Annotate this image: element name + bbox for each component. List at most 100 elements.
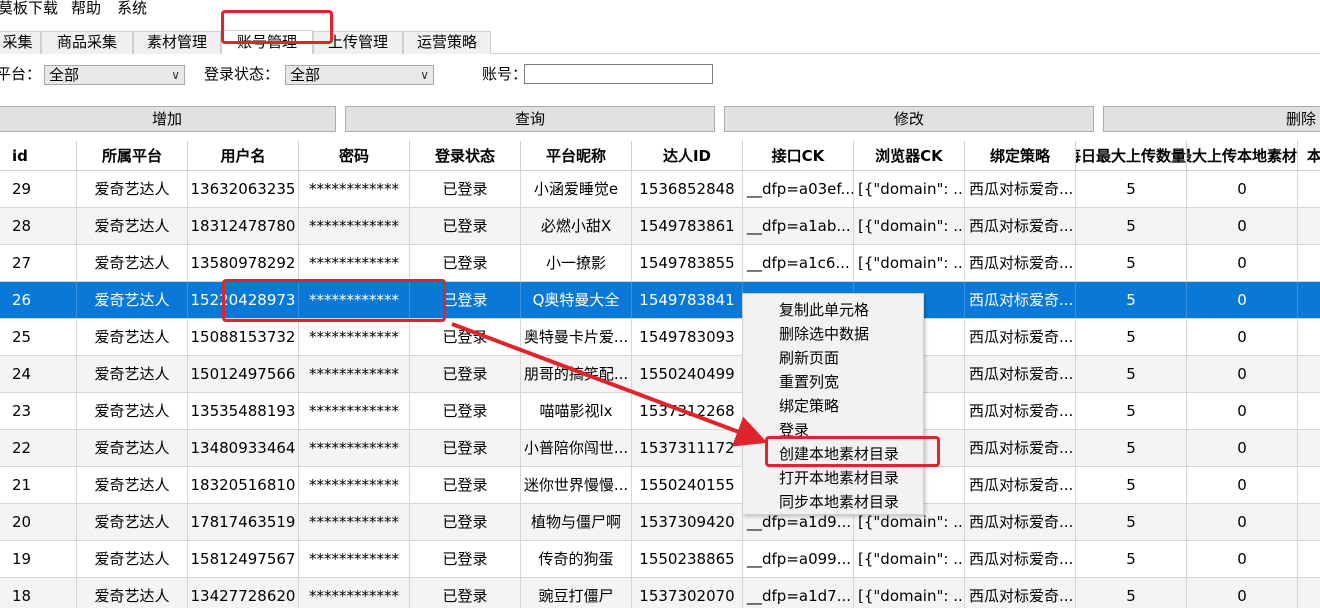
table-row[interactable]: 23 爱奇艺达人 13535488193 ************ 已登录 喵喵影视lx 1…	[0, 393, 1320, 430]
table-cell[interactable]: 已登录	[410, 171, 521, 207]
table-cell[interactable]: 西瓜对标爱奇...	[965, 541, 1076, 577]
table-cell[interactable]: 13535488193	[188, 393, 299, 429]
context-menu-item-bind-strategy[interactable]: 绑定策略	[779, 394, 839, 418]
table-cell[interactable]: 已登录	[410, 356, 521, 392]
table-cell[interactable]: __dfp=a1ab...	[743, 208, 854, 244]
table-cell[interactable]: 1550240155	[632, 467, 743, 503]
table-row[interactable]: 22 爱奇艺达人 13480933464 ************ 已登录 小普陪你闯世.…	[0, 430, 1320, 467]
table-cell[interactable]: 5	[1076, 578, 1187, 608]
table-cell[interactable]: 爱奇艺达人	[77, 467, 188, 503]
table-cell[interactable]: 迷你世界慢慢...	[521, 467, 632, 503]
table-cell[interactable]: 15012497566	[188, 356, 299, 392]
table-cell[interactable]: 已登录	[410, 578, 521, 608]
table-cell[interactable]: ************	[299, 541, 410, 577]
tab-operation-strategy[interactable]: 运营策略	[403, 31, 491, 54]
table-cell[interactable]: 15088153732	[188, 319, 299, 355]
table-cell[interactable]: 爱奇艺达人	[77, 245, 188, 281]
table-cell[interactable]: 传奇的狗蛋	[521, 541, 632, 577]
table-cell[interactable]: ************	[299, 504, 410, 540]
table-cell[interactable]: 0	[1187, 393, 1298, 429]
table-cell[interactable]: 西瓜对标爱奇...	[965, 319, 1076, 355]
col-api-ck-header[interactable]: 接口CK	[743, 141, 854, 171]
table-cell[interactable]: 已登录	[410, 319, 521, 355]
table-cell[interactable]: __dfp=a03ef...	[743, 171, 854, 207]
table-cell[interactable]: 已登录	[410, 282, 521, 318]
table-cell[interactable]: 爱奇艺达人	[77, 393, 188, 429]
table-cell[interactable]: 18312478780	[188, 208, 299, 244]
table-cell[interactable]: 0	[1187, 578, 1298, 608]
table-cell[interactable]: __dfp=a1c6...	[743, 245, 854, 281]
table-cell[interactable]: 5	[1076, 393, 1187, 429]
login-status-select[interactable]: 全部 ∨	[285, 65, 434, 85]
table-cell[interactable]: __dfp=a1d7...	[743, 578, 854, 608]
table-row[interactable]: 27 爱奇艺达人 13580978292 ************ 已登录 小一撩影 154…	[0, 245, 1320, 282]
col-username-header[interactable]: 用户名	[188, 141, 299, 171]
table-cell[interactable]: 27	[0, 245, 77, 281]
table-cell[interactable]: 5	[1076, 430, 1187, 466]
table-cell[interactable]: 24	[0, 356, 77, 392]
table-cell[interactable]: 5	[1076, 356, 1187, 392]
table-cell[interactable]: 19	[0, 541, 77, 577]
tab-product-collect[interactable]: 商品采集	[41, 31, 133, 54]
table-cell[interactable]: 爱奇艺达人	[77, 578, 188, 608]
table-cell[interactable]: 0	[1187, 171, 1298, 207]
col-platform-header[interactable]: 所属平台	[77, 141, 188, 171]
table-cell[interactable]: 5	[1076, 282, 1187, 318]
table-row[interactable]: 24 爱奇艺达人 15012497566 ************ 已登录 朋哥的搞笑配.…	[0, 356, 1320, 393]
table-cell[interactable]: 已登录	[410, 393, 521, 429]
table-cell[interactable]: 西瓜对标爱奇...	[965, 430, 1076, 466]
table-cell[interactable]: [{"domain": ...	[854, 578, 965, 608]
table-cell[interactable]: 西瓜对标爱奇...	[965, 171, 1076, 207]
table-cell[interactable]	[1298, 541, 1320, 577]
table-cell[interactable]: 15812497567	[188, 541, 299, 577]
table-cell[interactable]: 已登录	[410, 208, 521, 244]
table-cell[interactable]: 0	[1187, 245, 1298, 281]
table-cell[interactable]: 13427728620	[188, 578, 299, 608]
table-row[interactable]: 19 爱奇艺达人 15812497567 ************ 已登录 传奇的狗蛋 15…	[0, 541, 1320, 578]
table-cell[interactable]: 20	[0, 504, 77, 540]
table-cell[interactable]	[1298, 393, 1320, 429]
tab-material-management[interactable]: 素材管理	[133, 31, 221, 54]
table-cell[interactable]: 已登录	[410, 430, 521, 466]
table-cell[interactable]: [{"domain": ...	[854, 208, 965, 244]
table-cell[interactable]	[1298, 578, 1320, 608]
table-cell[interactable]: 西瓜对标爱奇...	[965, 282, 1076, 318]
table-cell[interactable]: 爱奇艺达人	[77, 504, 188, 540]
table-cell[interactable]: ************	[299, 467, 410, 503]
table-cell[interactable]: 5	[1076, 171, 1187, 207]
table-cell[interactable]: 已登录	[410, 504, 521, 540]
context-menu-item-copy-cell[interactable]: 复制此单元格	[779, 298, 869, 322]
table-cell[interactable]: 25	[0, 319, 77, 355]
table-cell[interactable]: 0	[1187, 356, 1298, 392]
table-cell[interactable]: 爱奇艺达人	[77, 282, 188, 318]
table-cell[interactable]: 26	[0, 282, 77, 318]
table-cell[interactable]: 爱奇艺达人	[77, 356, 188, 392]
table-cell[interactable]: 西瓜对标爱奇...	[965, 578, 1076, 608]
table-cell[interactable]: 西瓜对标爱奇...	[965, 393, 1076, 429]
table-cell[interactable]: 0	[1187, 541, 1298, 577]
table-cell[interactable]: 爱奇艺达人	[77, 319, 188, 355]
edit-button[interactable]: 修改	[724, 106, 1094, 132]
table-cell[interactable]: 1550240499	[632, 356, 743, 392]
account-input[interactable]	[524, 64, 713, 84]
table-row[interactable]: 29 爱奇艺达人 13632063235 ************ 已登录 小涵爱睡觉e 1…	[0, 171, 1320, 208]
table-cell[interactable]	[1298, 245, 1320, 281]
col-max-local-material-header[interactable]: 最大上传本地素材	[1187, 141, 1298, 171]
table-cell[interactable]: 奥特曼卡片爱...	[521, 319, 632, 355]
table-cell[interactable]: 23	[0, 393, 77, 429]
table-cell[interactable]: [{"domain": ...	[854, 171, 965, 207]
menu-help[interactable]: 帮助	[71, 0, 101, 18]
table-cell[interactable]: 爱奇艺达人	[77, 171, 188, 207]
table-cell[interactable]: [{"domain": ...	[854, 245, 965, 281]
table-cell[interactable]: 5	[1076, 541, 1187, 577]
table-row[interactable]: 25 爱奇艺达人 15088153732 ************ 已登录 奥特曼卡片爱.…	[0, 319, 1320, 356]
table-cell[interactable]: 22	[0, 430, 77, 466]
table-cell[interactable]: 西瓜对标爱奇...	[965, 208, 1076, 244]
table-cell[interactable]: 小一撩影	[521, 245, 632, 281]
table-cell[interactable]: 1536852848	[632, 171, 743, 207]
table-cell[interactable]: 18320516810	[188, 467, 299, 503]
col-id-header[interactable]: id	[0, 141, 77, 171]
context-menu-item-reset-column-width[interactable]: 重置列宽	[779, 370, 839, 394]
table-cell[interactable]	[1298, 504, 1320, 540]
table-cell[interactable]: 28	[0, 208, 77, 244]
